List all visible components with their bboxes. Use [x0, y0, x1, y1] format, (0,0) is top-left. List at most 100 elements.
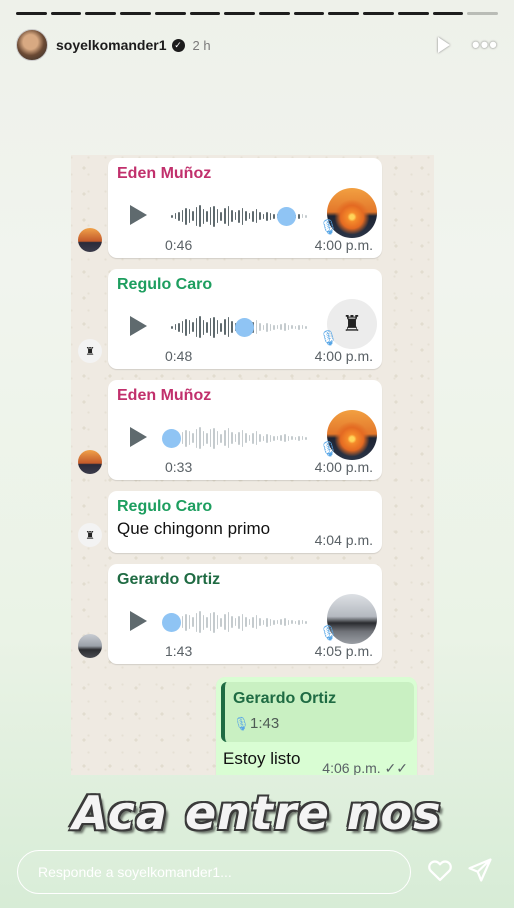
waveform-bar [209, 318, 212, 336]
quoted-audio-duration: 1:43 [250, 715, 280, 732]
waveform-bar [195, 428, 198, 448]
waveform-bar [276, 325, 279, 329]
waveform-bar [252, 210, 254, 222]
waveform-bar [192, 617, 194, 627]
sender-avatar: ♜ [78, 523, 102, 547]
sender-avatar [78, 634, 102, 658]
waveform-bar [174, 324, 177, 330]
play-icon[interactable] [437, 37, 450, 53]
waveform-bar [255, 320, 258, 334]
audio-waveform[interactable] [171, 426, 307, 450]
message-bubble: Eden Muñoz 0:46 4:00 p.m. 🎙 [108, 158, 382, 258]
audio-progress-knob[interactable] [162, 429, 181, 448]
waveform-bar [202, 208, 205, 224]
play-icon[interactable] [130, 611, 147, 631]
waveform-bar [301, 325, 304, 329]
waveform-bar [185, 613, 187, 631]
waveform-bar [206, 321, 208, 333]
audio-progress-knob[interactable] [162, 613, 181, 632]
waveform-bar [220, 617, 222, 627]
reply-input[interactable]: Responde a soyelkomander1... [17, 850, 411, 894]
waveform-bar [223, 614, 226, 630]
waveform-bar [192, 433, 194, 443]
outgoing-bubble: Gerardo Ortiz 🎙 1:43 Estoy listo 4:06 p.m. ✓… [216, 677, 417, 775]
waveform-bar [231, 616, 233, 628]
waveform-bar [220, 322, 222, 332]
waveform-bar [287, 435, 290, 441]
waveform-bar [195, 612, 198, 632]
waveform-bar [199, 316, 201, 338]
waveform-bar [262, 619, 265, 625]
audio-duration: 0:46 [165, 237, 193, 253]
waveform-bar [199, 205, 201, 227]
progress-segment [293, 12, 325, 15]
waveform-bar [195, 317, 198, 337]
message-text: Estoy listo [223, 749, 301, 768]
audio-waveform[interactable] [171, 610, 307, 634]
waveform-bar [202, 430, 205, 446]
more-icon[interactable]: ••• [472, 32, 498, 58]
waveform-bar [223, 208, 226, 224]
avatar[interactable] [16, 29, 48, 61]
waveform-bar [220, 211, 222, 221]
sender-avatar [78, 450, 102, 474]
message-time: 4:00 p.m. [314, 348, 373, 364]
sender-name: Eden Muñoz [117, 165, 212, 182]
sender-name: Gerardo Ortiz [117, 571, 221, 588]
waveform-bar [259, 618, 261, 626]
waveform-bar [227, 206, 230, 226]
waveform-bar [298, 213, 300, 219]
progress-segment [50, 12, 82, 15]
waveform-bar [269, 212, 272, 220]
progress-segment [120, 12, 151, 15]
waveform-bar [206, 432, 208, 444]
waveform-bar [223, 319, 226, 335]
waveform-bar [269, 323, 272, 331]
waveform-bar [178, 322, 180, 332]
progress-segment [224, 12, 256, 15]
sender-name: Regulo Caro [117, 276, 213, 293]
waveform-bar [273, 213, 275, 219]
waveform-bar [206, 210, 208, 222]
message-bubble: Eden Muñoz 0:33 4:00 p.m. 🎙 [108, 380, 382, 480]
send-icon[interactable] [466, 856, 494, 884]
waveform-bar [262, 324, 265, 330]
progress-segment [16, 12, 47, 15]
waveform-bar [301, 436, 304, 440]
waveform-bar [213, 205, 215, 227]
story-header: soyelkomander1 ✓ 2 h ••• [16, 28, 498, 62]
audio-progress-knob[interactable] [276, 207, 296, 226]
username[interactable]: soyelkomander1 [56, 37, 167, 53]
chat-message: ♜ Regulo Caro 0:48 4:00 p.m. ♜ 🎙 [71, 269, 434, 369]
message-time: 4:05 p.m. [314, 643, 373, 659]
waveform-bar [255, 431, 258, 445]
waveform-bar [294, 620, 297, 624]
waveform-bar [178, 211, 180, 221]
waveform-bar [284, 618, 286, 626]
waveform-bar [259, 434, 261, 442]
waveform-bar [266, 433, 268, 443]
waveform-bar [185, 207, 187, 225]
play-icon[interactable] [130, 205, 147, 225]
waveform-bar [276, 620, 279, 624]
heart-icon[interactable] [426, 856, 454, 884]
waveform-bar [301, 214, 304, 218]
waveform-bar [188, 320, 191, 334]
waveform-bar [273, 324, 275, 330]
audio-duration: 0:48 [165, 348, 193, 364]
waveform-bar [213, 427, 215, 449]
progress-segment [154, 12, 186, 15]
waveform-bar [209, 429, 212, 447]
waveform-bar [259, 212, 261, 220]
progress-segment [189, 12, 221, 15]
message-time: 4:04 p.m. [314, 532, 373, 548]
waveform-bar [298, 324, 300, 330]
waveform-bar [252, 616, 254, 628]
play-icon[interactable] [130, 427, 147, 447]
quoted-message[interactable]: Gerardo Ortiz 🎙 1:43 [221, 682, 414, 742]
waveform-bar [259, 323, 261, 331]
play-icon[interactable] [130, 316, 147, 336]
waveform-bar [262, 435, 265, 441]
waveform-bar [241, 429, 244, 447]
message-time: 4:06 p.m. ✓✓ [322, 760, 408, 775]
